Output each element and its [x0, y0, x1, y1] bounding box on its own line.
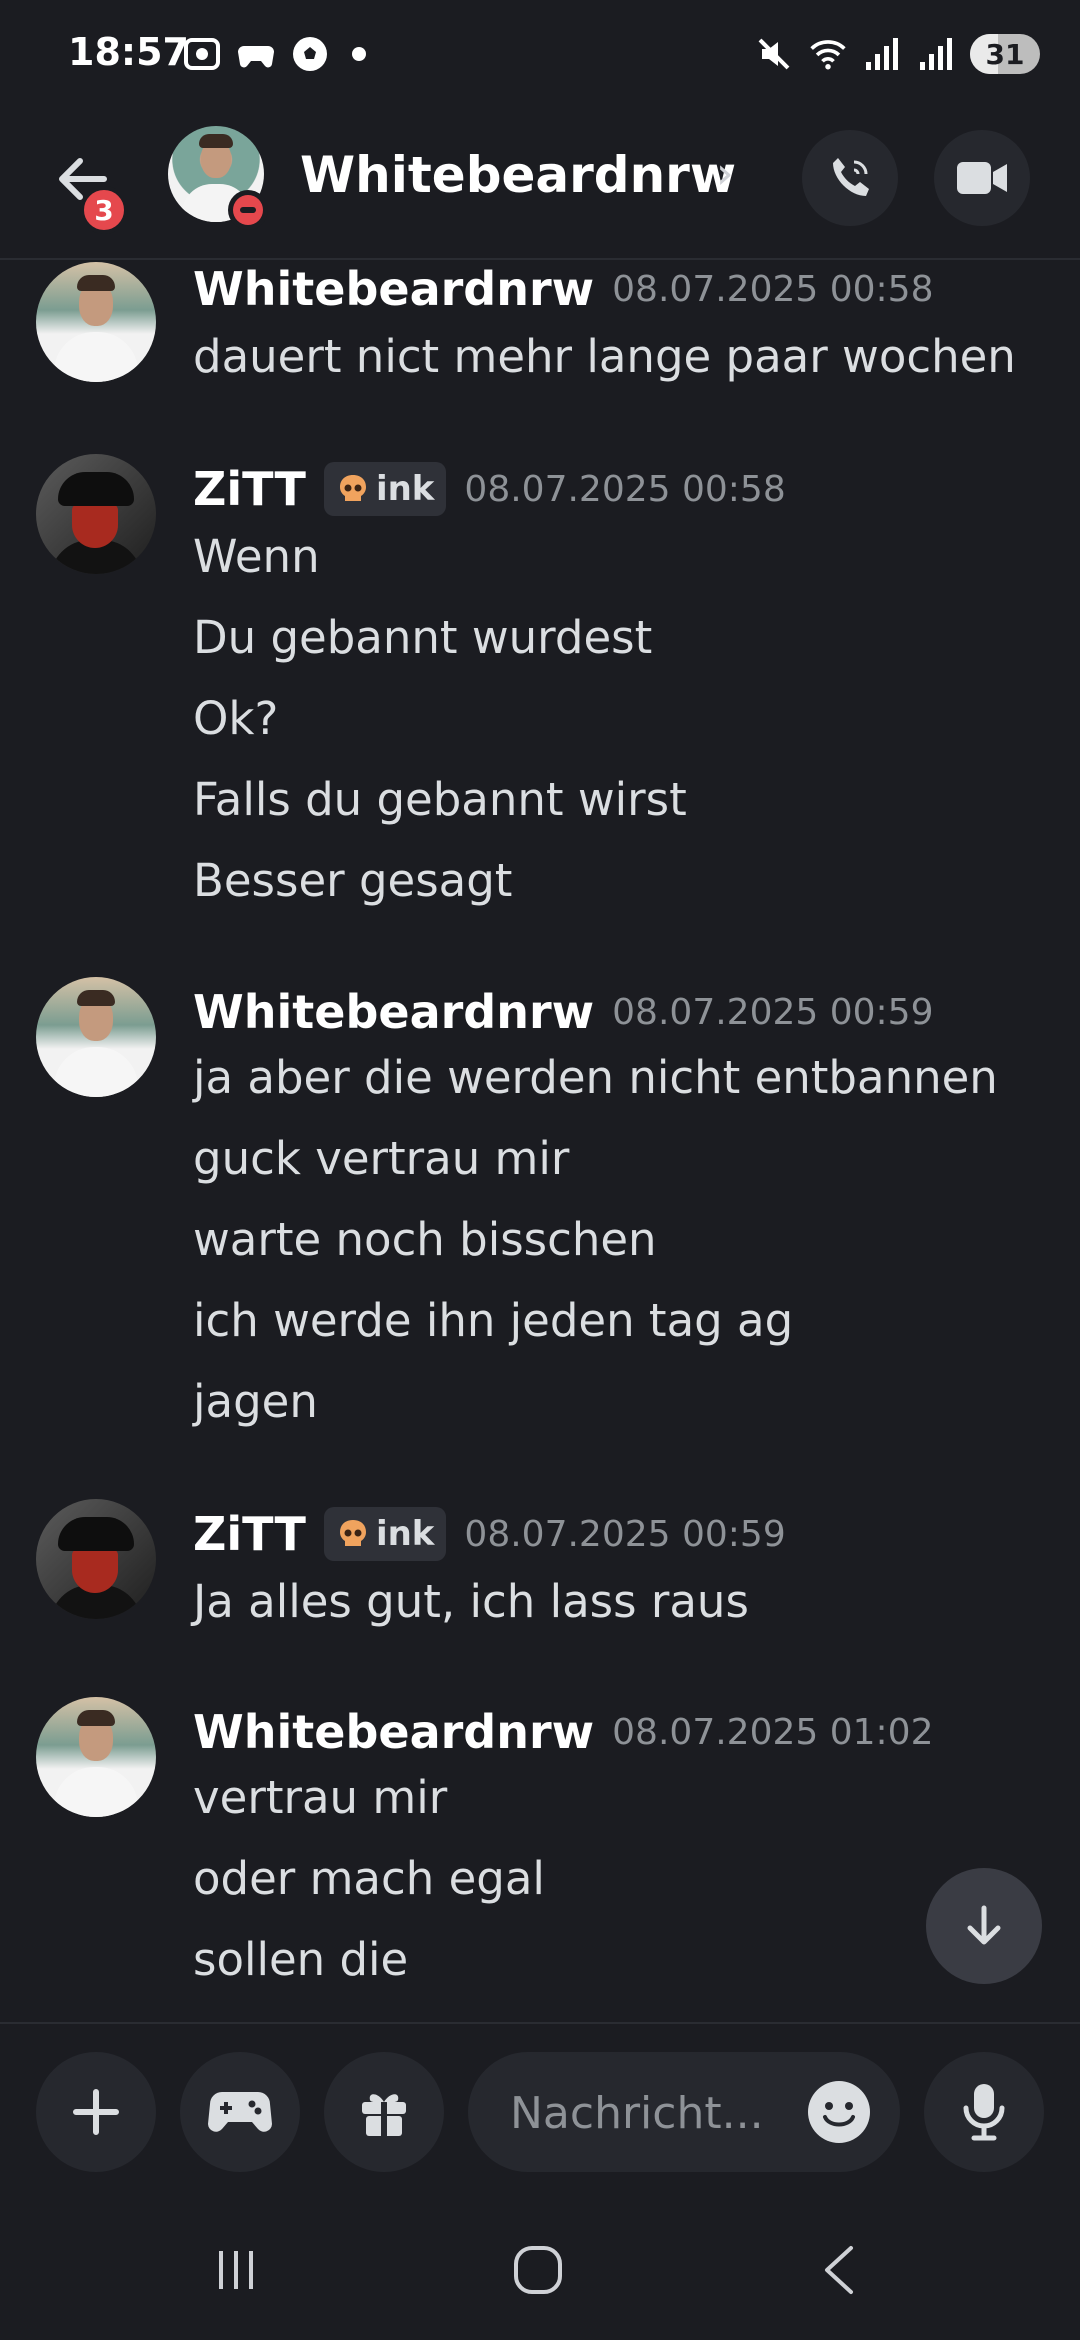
message-timestamp: 08.07.2025 00:59	[464, 1513, 786, 1555]
message-line[interactable]: sollen die	[193, 1933, 408, 1986]
phone-icon	[833, 158, 869, 196]
status-time: 18:57	[68, 30, 189, 74]
message-line[interactable]: vertrau mir	[193, 1771, 447, 1824]
author-name[interactable]: ZiTT	[193, 462, 306, 516]
message-header: Whitebeardnrw 08.07.2025 00:59	[193, 985, 933, 1039]
message-line[interactable]: Besser gesagt	[193, 854, 512, 907]
do-not-disturb-icon	[228, 190, 268, 230]
author-name[interactable]: Whitebeardnrw	[193, 985, 594, 1039]
message-timestamp: 08.07.2025 00:59	[612, 991, 934, 1033]
message-line[interactable]: guck vertrau mir	[193, 1132, 569, 1185]
message-timestamp: 08.07.2025 01:02	[612, 1711, 934, 1753]
microphone-icon	[963, 2084, 1005, 2141]
signal-icon	[862, 34, 902, 74]
arrow-down-icon	[967, 1905, 1001, 1945]
message-line[interactable]: Ja alles gut, ich lass raus	[193, 1575, 749, 1628]
message-header: ZiTT ink 08.07.2025 00:58	[193, 462, 786, 516]
chat-header: 3 Whitebeardnrw ›	[0, 110, 1080, 260]
screenshot-icon	[182, 34, 222, 74]
plus-icon	[73, 2089, 119, 2135]
video-camera-icon	[957, 162, 1007, 194]
chevron-left-icon	[825, 2246, 853, 2294]
unread-badge: 3	[80, 186, 128, 234]
avatar[interactable]	[36, 977, 156, 1097]
game-controller-icon	[236, 34, 276, 74]
gift-button[interactable]	[324, 2052, 444, 2172]
message-line[interactable]: dauert nict mehr lange paar wochen	[193, 330, 1016, 383]
system-back-button[interactable]	[800, 2230, 880, 2310]
battery-indicator: 31	[970, 34, 1040, 74]
message-input-container	[468, 2052, 900, 2174]
author-name[interactable]: Whitebeardnrw	[193, 1705, 594, 1759]
signal-icon	[916, 34, 956, 74]
skull-icon	[339, 475, 366, 501]
system-nav-bar	[0, 2190, 1080, 2340]
status-right-icons: 31	[754, 30, 1040, 78]
message-timestamp: 08.07.2025 00:58	[612, 268, 934, 310]
message-line[interactable]: Wenn	[193, 530, 320, 583]
activities-button[interactable]	[180, 2052, 300, 2172]
tag-label: ink	[375, 469, 435, 509]
message-timestamp: 08.07.2025 00:58	[464, 468, 786, 510]
message-line[interactable]: ich werde ihn jeden tag ag	[193, 1294, 793, 1347]
battery-level: 31	[985, 37, 1025, 71]
wifi-icon	[808, 34, 848, 74]
recent-apps-button[interactable]	[196, 2230, 276, 2310]
channel-title[interactable]: Whitebeardnrw	[300, 146, 736, 204]
avatar[interactable]	[36, 262, 156, 382]
message-line[interactable]: warte noch bisschen	[193, 1213, 657, 1266]
voice-call-button[interactable]	[802, 130, 898, 226]
author-name[interactable]: ZiTT	[193, 1507, 306, 1561]
message-line[interactable]: ja aber die werden nicht entbannen	[193, 1051, 998, 1104]
soccer-ball-icon	[290, 34, 330, 74]
message-line[interactable]: Falls du gebannt wirst	[193, 773, 687, 826]
message-line[interactable]: oder mach egal	[193, 1852, 545, 1905]
recent-apps-icon	[219, 2251, 253, 2289]
message-line[interactable]: Ok?	[193, 692, 278, 745]
notification-dot	[352, 47, 366, 61]
chevron-right-icon[interactable]: ›	[716, 148, 734, 199]
status-bar: 18:57 31	[0, 0, 1080, 110]
message-line[interactable]: jagen	[193, 1375, 318, 1428]
user-tag[interactable]: ink	[323, 462, 447, 516]
home-button[interactable]	[498, 2230, 578, 2310]
user-tag[interactable]: ink	[323, 1507, 447, 1561]
message-header: Whitebeardnrw 08.07.2025 00:58	[193, 262, 933, 316]
message-input[interactable]	[508, 2052, 812, 2174]
emoji-icon[interactable]	[806, 2079, 872, 2145]
add-attachment-button[interactable]	[36, 2052, 156, 2172]
tag-label: ink	[375, 1514, 435, 1554]
status-left-icons	[182, 32, 366, 76]
message-header: Whitebeardnrw 08.07.2025 01:02	[193, 1705, 933, 1759]
voice-message-button[interactable]	[924, 2052, 1044, 2172]
message-header: ZiTT ink 08.07.2025 00:59	[193, 1507, 786, 1561]
video-call-button[interactable]	[934, 130, 1030, 226]
message-composer	[0, 2022, 1080, 2184]
author-name[interactable]: Whitebeardnrw	[193, 262, 594, 316]
gift-icon	[362, 2094, 406, 2136]
avatar[interactable]	[36, 454, 156, 574]
avatar[interactable]	[36, 1697, 156, 1817]
home-icon	[514, 2246, 562, 2294]
message-line[interactable]: Du gebannt wurdest	[193, 611, 652, 664]
scroll-to-bottom-button[interactable]	[926, 1868, 1042, 1984]
game-controller-icon	[208, 2092, 272, 2132]
avatar[interactable]	[36, 1499, 156, 1619]
mute-icon	[754, 34, 794, 74]
skull-icon	[339, 1520, 366, 1546]
